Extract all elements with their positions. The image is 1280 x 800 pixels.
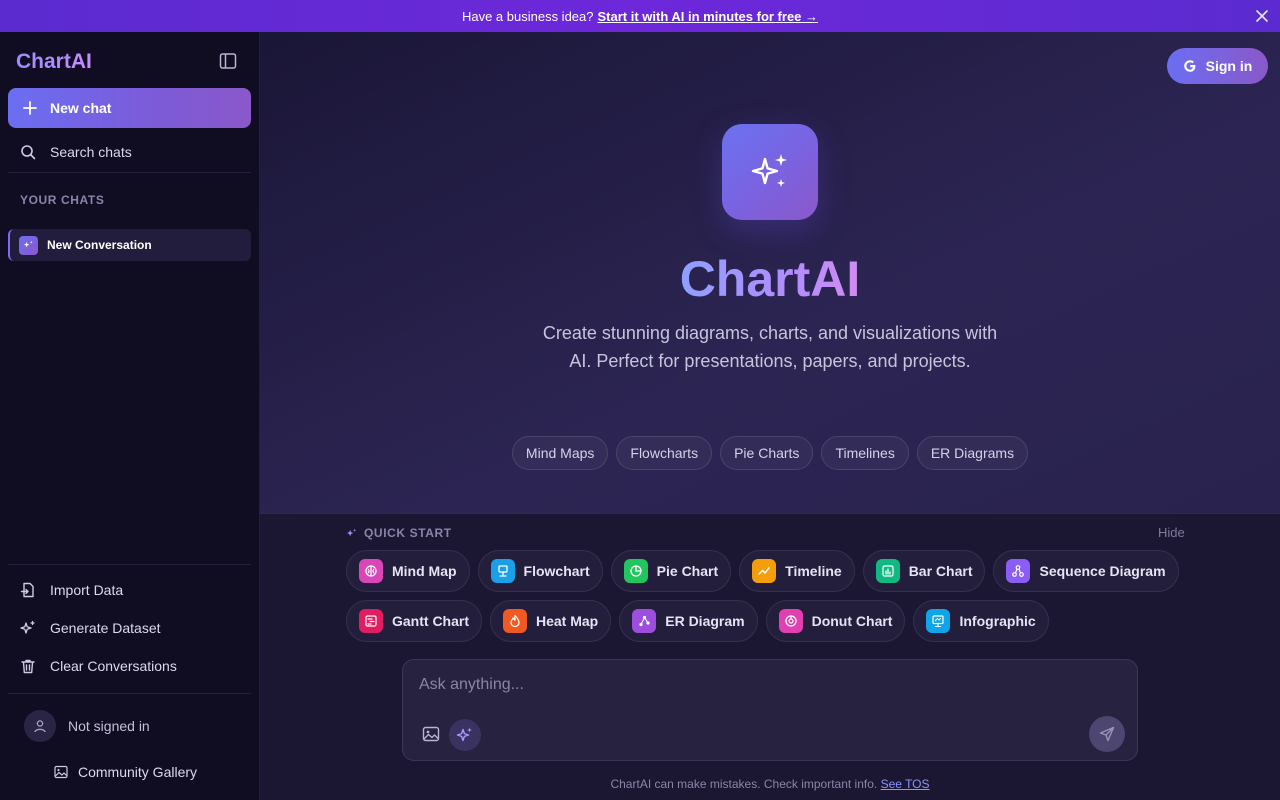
user-icon	[34, 720, 46, 733]
image-upload-icon[interactable]	[419, 722, 443, 746]
user-status[interactable]: Not signed in	[24, 710, 150, 742]
quick-start-gantt-chart[interactable]: Gantt Chart	[346, 600, 482, 642]
sparkle-icon	[19, 235, 38, 255]
quick-start-pie-chart[interactable]: Pie Chart	[610, 550, 732, 592]
import-data-label: Import Data	[50, 582, 124, 598]
feature-tags: Mind Maps Flowcharts Pie Charts Timeline…	[260, 436, 1280, 470]
sign-in-button[interactable]: Sign in	[1167, 48, 1268, 84]
tag-mind-maps[interactable]: Mind Maps	[511, 436, 609, 470]
clear-conversations-label: Clear Conversations	[50, 658, 177, 674]
google-icon	[1183, 60, 1196, 72]
sidebar-toggle-icon[interactable]	[219, 52, 239, 72]
disclaimer-text: ChartAI can make mistakes. Check importa…	[610, 777, 878, 791]
community-gallery-link[interactable]: Community Gallery	[54, 764, 197, 780]
sidebar-divider	[8, 693, 251, 694]
import-data-button[interactable]: Import Data	[8, 573, 251, 607]
file-import-icon	[20, 582, 34, 598]
community-gallery-label: Community Gallery	[78, 764, 198, 780]
tos-link[interactable]: See TOS	[881, 777, 930, 791]
tag-timelines[interactable]: Timelines	[821, 436, 909, 470]
main-area: Sign in ChartAI Create stunning diagrams…	[260, 32, 1280, 800]
promo-banner: Have a business idea? Start it with AI i…	[0, 0, 1280, 32]
sidebar-divider	[8, 172, 251, 173]
hero-subtitle: Create stunning diagrams, charts, and vi…	[542, 323, 998, 371]
donut-chart-icon	[778, 609, 803, 633]
pie-chart-icon	[623, 559, 648, 583]
quick-start-label: Donut Chart	[811, 613, 893, 629]
flame-icon	[503, 609, 527, 633]
quick-start-label: ER Diagram	[665, 613, 745, 629]
quick-start-label: Sequence Diagram	[1039, 563, 1166, 579]
search-icon	[21, 145, 36, 160]
banner-link[interactable]: Start it with AI in minutes for free →	[597, 9, 818, 24]
chat-composer	[402, 659, 1138, 761]
sparkle-icon	[346, 528, 357, 536]
flowchart-icon	[490, 559, 515, 583]
user-status-label: Not signed in	[68, 718, 150, 734]
sidebar-divider	[8, 564, 251, 565]
chat-input[interactable]	[419, 674, 1099, 696]
quick-start-label: Infographic	[959, 613, 1036, 629]
quick-start-label: Mind Map	[392, 563, 457, 579]
brand-logo[interactable]: ChartAI	[16, 50, 92, 74]
sign-in-label: Sign in	[1205, 58, 1253, 74]
trash-icon	[21, 659, 35, 674]
clear-conversations-button[interactable]: Clear Conversations	[8, 649, 251, 683]
quick-start-label: Pie Chart	[656, 563, 719, 579]
quick-start-label: Heat Map	[536, 613, 599, 629]
banner-text: Have a business idea?	[461, 8, 594, 24]
tag-pie-charts[interactable]: Pie Charts	[720, 436, 814, 470]
new-chat-button[interactable]: New chat	[8, 88, 251, 128]
bar-chart-icon	[875, 559, 900, 583]
disclaimer: ChartAI can make mistakes. Check importa…	[260, 777, 1280, 791]
hero-title-text: ChartAI	[679, 251, 861, 307]
network-icon	[1006, 559, 1031, 583]
avatar	[24, 710, 56, 742]
quick-start-flowchart[interactable]: Flowchart	[477, 550, 603, 592]
generate-dataset-label: Generate Dataset	[50, 620, 161, 636]
tag-er-diagrams[interactable]: ER Diagrams	[916, 436, 1029, 470]
quick-start-row: Gantt Chart Heat Map ER Diagram Donut Ch…	[346, 600, 1049, 642]
quick-start-mind-map[interactable]: Mind Map	[346, 550, 470, 592]
search-chats-label: Search chats	[50, 144, 132, 160]
quick-start-heat-map[interactable]: Heat Map	[490, 600, 612, 642]
quick-start-label: Bar Chart	[908, 563, 973, 579]
quick-start-panel: QUICK START Hide Mind Map Flowchart Pie …	[260, 513, 1280, 800]
search-chats-button[interactable]: Search chats	[8, 134, 251, 170]
quick-start-er-diagram[interactable]: ER Diagram	[619, 600, 758, 642]
quick-start-infographic[interactable]: Infographic	[913, 600, 1049, 642]
graph-icon	[632, 609, 657, 633]
quick-start-label: QUICK START	[346, 526, 452, 540]
sidebar: ChartAI New chat Search chats YOUR CHATS…	[0, 32, 260, 800]
send-icon[interactable]	[1089, 716, 1125, 752]
tag-flowcharts[interactable]: Flowcharts	[616, 436, 713, 470]
presentation-icon	[926, 609, 951, 633]
sparkle-icon	[20, 620, 35, 634]
quick-start-timeline[interactable]: Timeline	[739, 550, 855, 592]
plus-icon	[23, 101, 37, 115]
new-chat-label: New chat	[50, 100, 112, 116]
quick-start-label: Gantt Chart	[392, 613, 469, 629]
close-icon[interactable]	[1254, 8, 1270, 24]
hero-title: ChartAI	[260, 250, 1280, 308]
quick-start-row: Mind Map Flowchart Pie Chart Timeline Ba…	[346, 550, 1179, 592]
quick-start-sequence-diagram[interactable]: Sequence Diagram	[993, 550, 1179, 592]
ai-sparkle-icon[interactable]	[449, 719, 481, 751]
sparkles-icon	[722, 124, 818, 220]
gantt-icon	[359, 609, 383, 633]
generate-dataset-button[interactable]: Generate Dataset	[8, 611, 251, 645]
trend-icon	[752, 559, 777, 583]
quick-start-label: Timeline	[785, 563, 842, 579]
quick-start-bar-chart[interactable]: Bar Chart	[862, 550, 986, 592]
quick-start-label: Flowchart	[523, 563, 590, 579]
brain-icon	[359, 559, 383, 583]
chat-item-label: New Conversation	[47, 238, 152, 252]
chat-item[interactable]: New Conversation	[8, 229, 251, 261]
image-icon	[54, 765, 68, 779]
quick-start-label-text: QUICK START	[364, 526, 452, 540]
hide-button[interactable]: Hide	[1158, 525, 1185, 540]
quick-start-donut-chart[interactable]: Donut Chart	[765, 600, 906, 642]
chats-section-label: YOUR CHATS	[20, 193, 105, 207]
